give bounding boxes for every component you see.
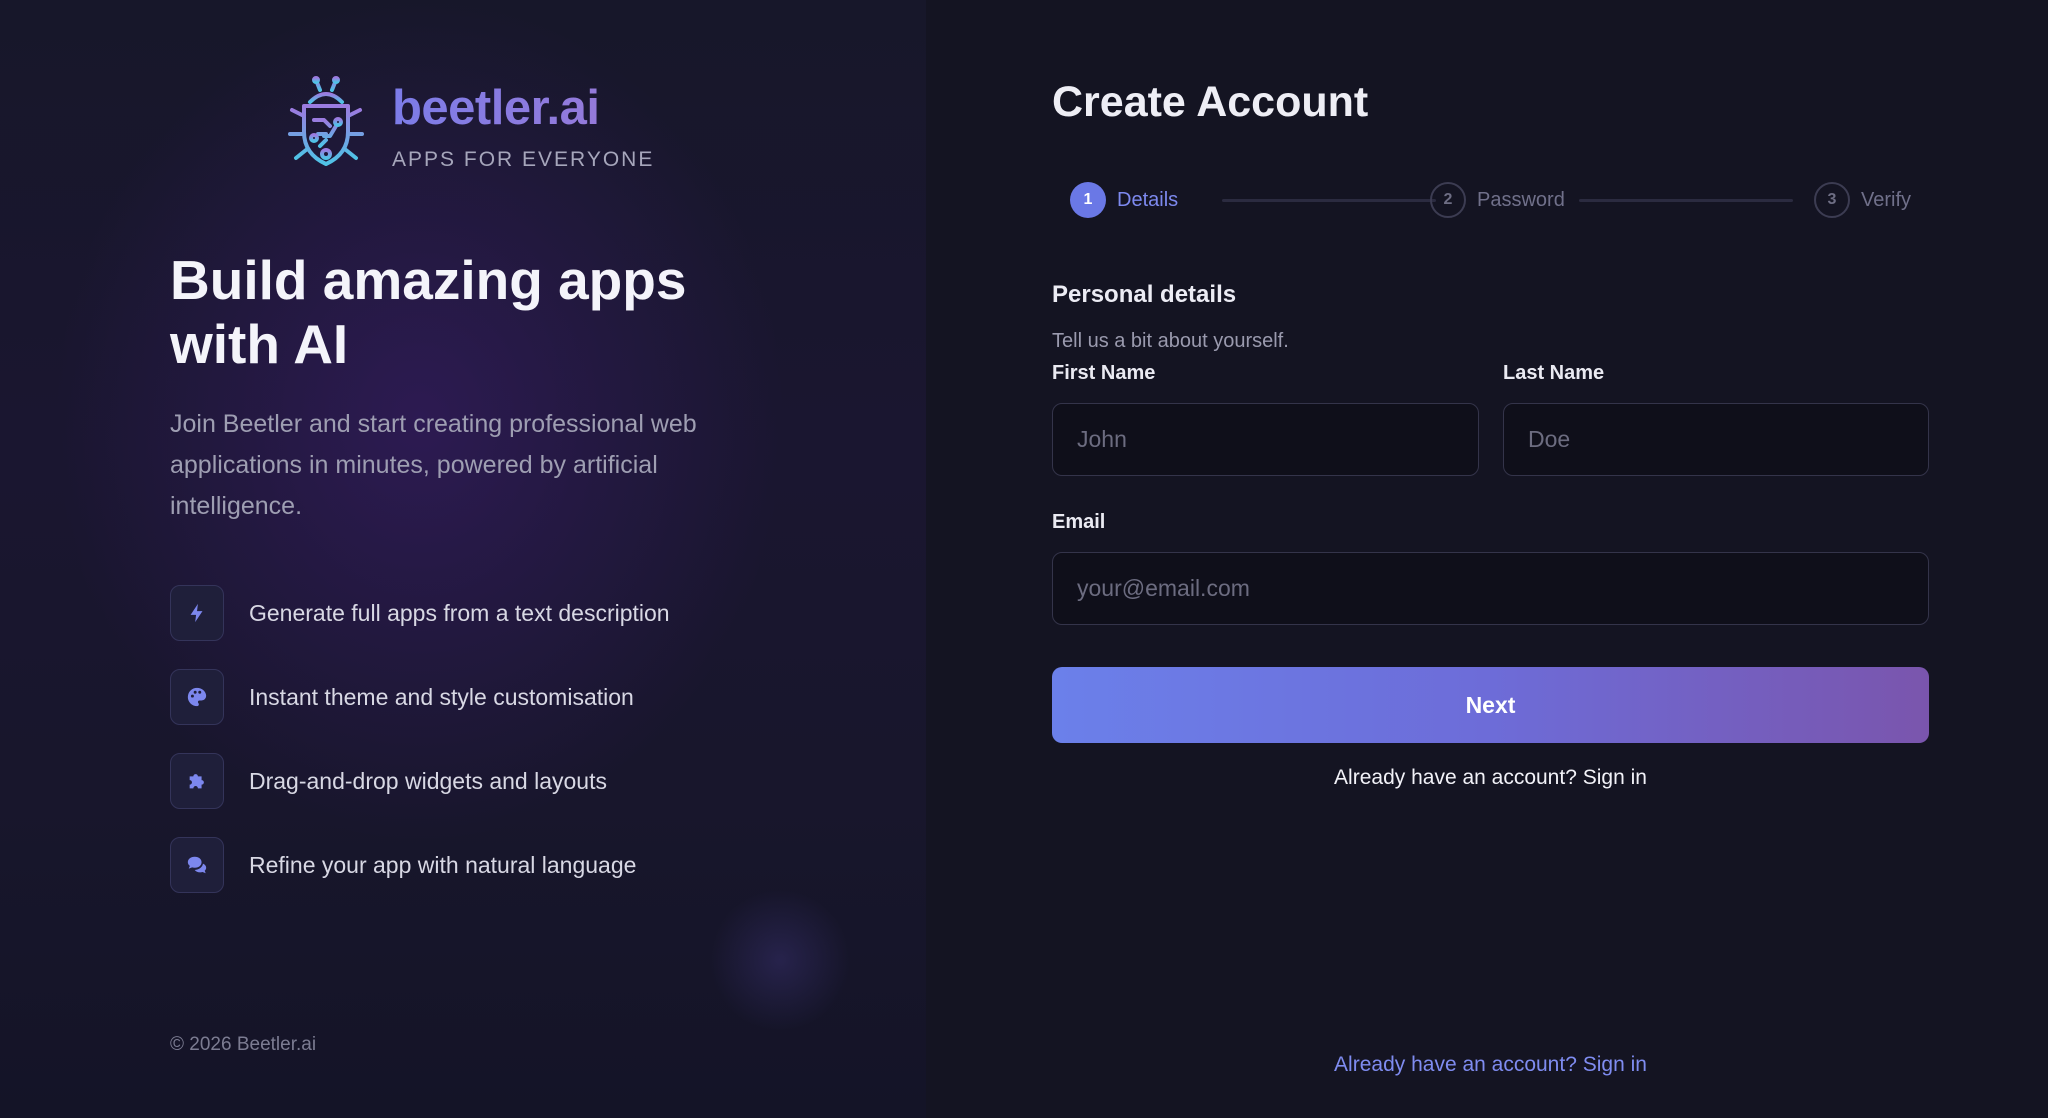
marketing-panel: beetler.ai APPS FOR EVERYONE Build amazi… (0, 0, 926, 1118)
next-button[interactable]: Next (1052, 667, 1929, 743)
feature-item: Generate full apps from a text descripti… (170, 585, 670, 641)
step-label: Password (1477, 188, 1565, 211)
step-label: Verify (1861, 188, 1912, 211)
copyright: © 2026 Beetler.ai (170, 1034, 317, 1055)
feature-list: Generate full apps from a text descripti… (170, 585, 670, 921)
email-input[interactable] (1052, 552, 1929, 625)
signin-link-footer[interactable]: Already have an account? Sign in (1052, 1053, 1929, 1077)
feature-item: Drag-and-drop widgets and layouts (170, 753, 670, 809)
hero-description: Join Beetler and start creating professi… (170, 410, 697, 520)
step-connector (1579, 199, 1793, 202)
first-name-input[interactable] (1052, 403, 1479, 476)
step-number: 2 (1430, 182, 1466, 218)
form-title: Create Account (1052, 78, 1369, 126)
step-password[interactable]: 2 Password (1430, 181, 1565, 219)
feature-item: Refine your app with natural language (170, 837, 670, 893)
last-name-input[interactable] (1503, 403, 1929, 476)
last-name-label: Last Name (1503, 362, 1605, 384)
step-label: Details (1117, 188, 1179, 211)
step-number: 1 (1070, 182, 1106, 218)
feature-label: Generate full apps from a text descripti… (249, 599, 670, 626)
step-number: 3 (1814, 182, 1850, 218)
step-verify[interactable]: 3 Verify (1814, 181, 1911, 219)
signup-stepper: 1 Details 2 Password 3 Verify (1070, 181, 1930, 219)
feature-label: Drag-and-drop widgets and layouts (249, 767, 607, 794)
puzzle-icon (170, 753, 224, 809)
step-details[interactable]: 1 Details (1070, 181, 1178, 219)
hero-title: Build amazing apps with AI (170, 249, 687, 375)
signin-link[interactable]: Already have an account? Sign in (1052, 766, 1929, 790)
brand-header: beetler.ai APPS FOR EVERYONE (284, 76, 654, 172)
bolt-icon (170, 585, 224, 641)
feature-item: Instant theme and style customisation (170, 669, 670, 725)
brand-name: beetler.ai (392, 76, 654, 140)
step-connector (1222, 199, 1436, 202)
palette-icon (170, 669, 224, 725)
feature-label: Instant theme and style customisation (249, 683, 634, 710)
chat-bubbles-icon (170, 837, 224, 893)
bug-circuit-icon (288, 76, 364, 166)
section-title: Personal details (1052, 281, 1237, 308)
signup-panel: Create Account 1 Details 2 Password 3 Ve… (926, 0, 2048, 1118)
email-label: Email (1052, 511, 1106, 533)
first-name-label: First Name (1052, 362, 1156, 384)
section-subtitle: Tell us a bit about yourself. (1052, 330, 1289, 352)
feature-label: Refine your app with natural language (249, 851, 637, 878)
brand-tagline: APPS FOR EVERYONE (392, 148, 655, 171)
